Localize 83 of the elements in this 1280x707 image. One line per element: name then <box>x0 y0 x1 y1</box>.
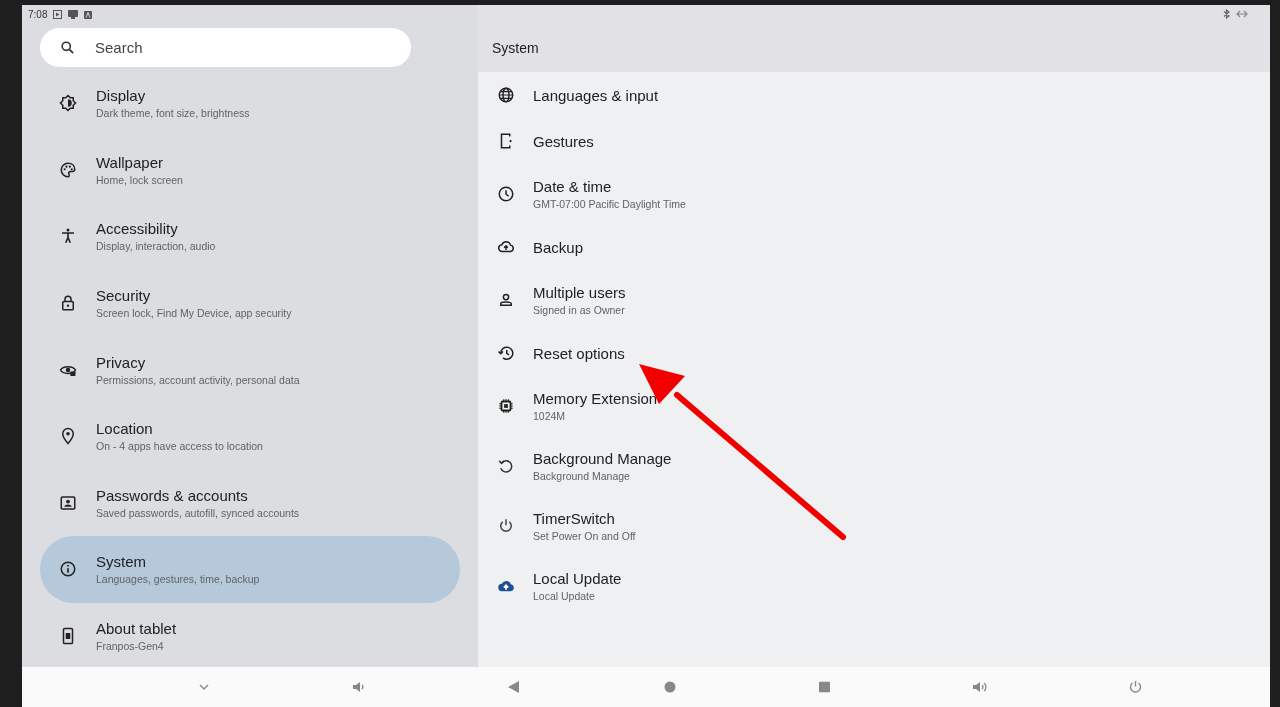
option-title: Languages & input <box>533 86 659 104</box>
settings-category[interactable]: Accessibility Display, interaction, audio <box>40 203 460 270</box>
category-summary: Dark theme, font size, brightness <box>96 107 250 120</box>
monitor-icon <box>68 10 79 19</box>
settings-option[interactable]: Background Manage Background Manage <box>478 436 1270 496</box>
power-icon[interactable] <box>1129 680 1142 694</box>
category-title: Privacy <box>96 353 147 371</box>
option-summary: Local Update <box>533 590 596 602</box>
settings-category[interactable]: Wallpaper Home, lock screen <box>40 136 460 204</box>
category-title: Display <box>96 87 147 105</box>
volume-up-icon[interactable] <box>973 681 988 693</box>
palette-icon <box>59 160 77 179</box>
settings-option[interactable]: Multiple users Signed in as Owner <box>478 270 1270 330</box>
category-title: Security <box>96 287 152 305</box>
settings-option[interactable]: Memory Extension 1024M <box>478 376 1270 436</box>
settings-category[interactable]: System Languages, gestures, time, backup <box>40 536 460 603</box>
settings-option[interactable]: TimerSwitch Set Power On and Off <box>478 496 1270 556</box>
settings-category[interactable]: Location On - 4 apps have access to location <box>40 402 460 470</box>
lock-icon <box>59 294 77 313</box>
option-summary: Background Manage <box>533 470 631 482</box>
settings-category[interactable]: Display Dark theme, font size, brightness <box>40 70 460 137</box>
category-summary: Permissions, account activity, personal data <box>96 373 300 386</box>
person-card-icon <box>59 493 77 512</box>
option-title: TimerSwitch <box>533 510 616 527</box>
settings-option[interactable]: Backup <box>478 224 1270 270</box>
bluetooth-icon <box>1223 9 1230 19</box>
category-title: Accessibility <box>96 220 179 238</box>
option-title: Multiple users <box>533 284 626 301</box>
category-title: Passwords & accounts <box>96 486 249 504</box>
search-icon <box>60 40 75 55</box>
clock-icon <box>497 185 515 203</box>
settings-category[interactable]: About tablet Franpos-Gen4 <box>40 602 460 667</box>
settings-option[interactable]: Date & time GMT-07:00 Pacific Daylight Time <box>478 164 1270 224</box>
location-pin-icon <box>59 427 77 446</box>
brightness-icon <box>59 94 77 113</box>
person-icon <box>497 291 515 309</box>
history-icon <box>497 344 515 362</box>
back-icon[interactable] <box>508 681 519 693</box>
settings-option[interactable]: Gestures <box>478 118 1270 164</box>
power-icon <box>497 517 515 535</box>
category-summary: Home, lock screen <box>96 173 183 186</box>
option-title: Date & time <box>533 178 613 195</box>
letter-square-icon <box>84 10 93 19</box>
media-icon <box>53 10 63 19</box>
settings-category[interactable]: Security Screen lock, Find My Device, app security <box>40 269 460 337</box>
category-title: Wallpaper <box>96 153 164 171</box>
option-title: Local Update <box>533 570 622 587</box>
settings-category[interactable]: Passwords & accounts Saved passwords, autofill, synced accounts <box>40 469 460 537</box>
category-summary: Screen lock, Find My Device, app security <box>96 307 292 320</box>
accessibility-icon <box>59 227 77 246</box>
recents-icon[interactable] <box>819 681 830 693</box>
globe-icon <box>497 86 515 104</box>
info-icon <box>59 560 77 579</box>
category-summary: Franpos-Gen4 <box>96 640 165 653</box>
option-summary: Set Power On and Off <box>533 530 636 542</box>
option-title: Memory Extension <box>533 390 658 407</box>
volume-down-icon[interactable] <box>353 681 365 693</box>
category-summary: Languages, gestures, time, backup <box>96 573 260 586</box>
chip-icon <box>497 397 515 415</box>
category-title: System <box>96 553 147 571</box>
category-title: About tablet <box>96 620 177 638</box>
option-title: Backup <box>533 238 584 256</box>
search-field[interactable]: Search <box>40 28 411 67</box>
option-title: Background Manage <box>533 450 672 467</box>
option-summary: GMT-07:00 Pacific Daylight Time <box>533 198 686 210</box>
option-title: Gestures <box>533 132 594 150</box>
category-title: Location <box>96 420 154 438</box>
page-title: System <box>492 39 539 56</box>
settings-option[interactable]: Languages & input <box>478 72 1270 118</box>
data-arrows-icon <box>1236 10 1248 18</box>
category-summary: Display, interaction, audio <box>96 240 216 253</box>
status-time: 7:08 <box>28 9 48 20</box>
settings-option[interactable]: Local Update Local Update <box>478 556 1270 616</box>
category-summary: Saved passwords, autofill, synced accounts <box>96 506 300 519</box>
category-summary: On - 4 apps have access to location <box>96 440 263 453</box>
chevron-down-icon[interactable] <box>199 684 209 690</box>
option-summary: Signed in as Owner <box>533 304 626 316</box>
refresh-icon <box>497 457 515 475</box>
settings-option[interactable]: Reset options <box>478 330 1270 376</box>
home-icon[interactable] <box>664 681 676 693</box>
settings-category[interactable]: Privacy Permissions, account activity, personal data <box>40 336 460 403</box>
option-title: Reset options <box>533 344 625 362</box>
option-summary: 1024M <box>533 410 567 422</box>
